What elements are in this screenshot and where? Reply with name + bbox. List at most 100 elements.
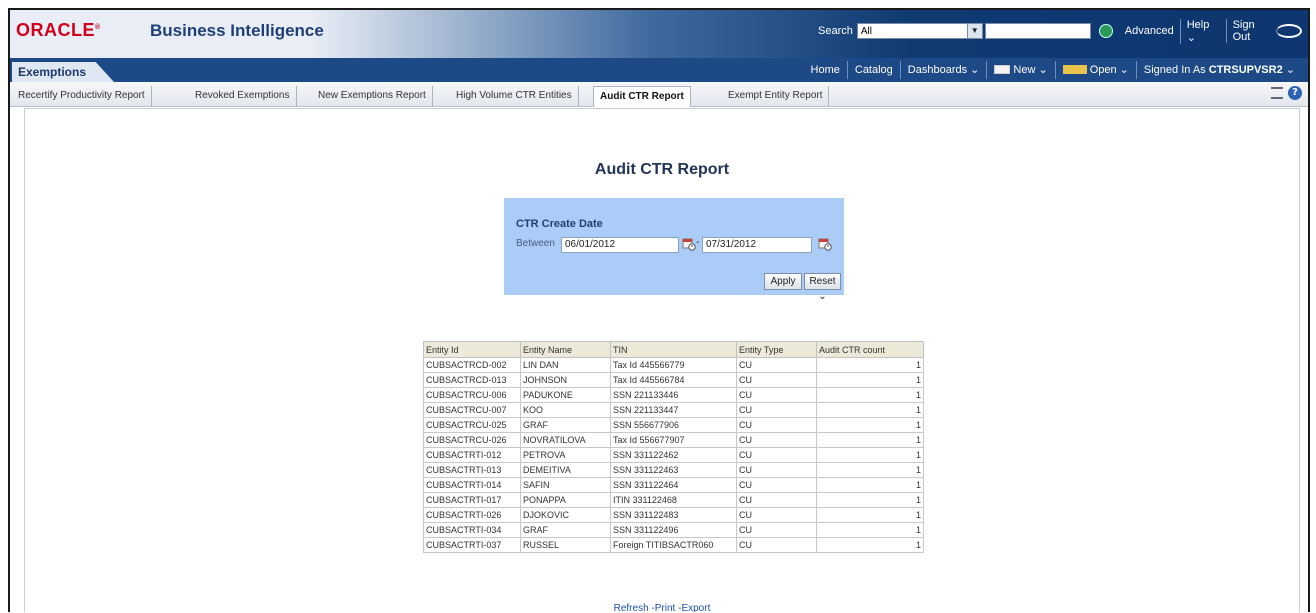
table-row: CUBSACTRTI-012 PETROVA SSN 331122462 CU 1: [423, 447, 924, 463]
dashboard-bar: Exemptions Home Catalog Dashboards ⌄ New…: [10, 58, 1308, 82]
calendar-icon[interactable]: [818, 237, 832, 251]
table-cell: 1: [816, 417, 924, 433]
table-cell: CUBSACTRTI-017: [423, 492, 521, 508]
report-links: Refresh -Print -Export: [613, 603, 711, 612]
page-options-icon[interactable]: [1271, 87, 1283, 99]
folder-icon: [1062, 65, 1087, 74]
audit-ctr-table: Entity Id Entity Name TIN Entity Type Au…: [423, 341, 924, 553]
dashboard-tab-exemptions[interactable]: Exemptions: [12, 62, 115, 82]
advanced-link[interactable]: Advanced: [1119, 25, 1180, 37]
table-cell: 1: [816, 477, 924, 493]
help-menu[interactable]: Help ⌄: [1179, 18, 1226, 44]
tab-audit-ctr-report[interactable]: Audit CTR Report: [593, 86, 691, 107]
date-to-input[interactable]: 07/31/2012: [702, 237, 812, 253]
table-cell: 1: [816, 402, 924, 418]
between-label: Between: [516, 238, 555, 249]
search-scope-select[interactable]: All ▼: [856, 23, 983, 39]
nav-open[interactable]: Open ⌄: [1054, 61, 1136, 79]
table-cell: 1: [816, 432, 924, 448]
table-cell: 1: [816, 387, 924, 403]
table-row: CUBSACTRTI-017 PONAPPA ITIN 331122468 CU 1: [423, 492, 924, 508]
table-cell: CUBSACTRTI-034: [423, 522, 521, 538]
table-cell: NOVRATILOVA: [520, 432, 611, 448]
export-link[interactable]: Export: [681, 603, 710, 612]
col-tin[interactable]: TIN: [610, 341, 737, 358]
table-cell: RUSSEL: [520, 537, 611, 553]
reset-button[interactable]: Reset ⌄: [804, 273, 841, 302]
table-cell: CU: [736, 537, 817, 553]
table-cell: PADUKONE: [520, 387, 611, 403]
nav-dashboards[interactable]: Dashboards ⌄: [899, 61, 987, 79]
table-cell: 1: [816, 492, 924, 508]
search-input[interactable]: [984, 23, 1092, 39]
table-cell: 1: [816, 372, 924, 388]
table-cell: KOO: [520, 402, 611, 418]
help-icon[interactable]: ?: [1288, 86, 1302, 100]
refresh-link[interactable]: Refresh: [614, 603, 649, 612]
tab-exempt-entity-report[interactable]: Exempt Entity Report: [722, 86, 830, 106]
table-cell: 1: [816, 507, 924, 523]
table-cell: SSN 221133446: [610, 387, 737, 403]
page-options: ?: [1271, 86, 1302, 100]
nav-home[interactable]: Home: [804, 61, 847, 79]
table-cell: SSN 331122464: [610, 477, 737, 493]
date-prompt-panel: CTR Create Date Between 06/01/2012 - 07/…: [504, 198, 844, 302]
table-row: CUBSACTRCU-026 NOVRATILOVA Tax Id 55667790…: [423, 432, 924, 448]
col-audit-ctr-count[interactable]: Audit CTR count: [816, 341, 924, 358]
table-cell: 1: [816, 357, 924, 373]
table-cell: CUBSACTRCU-026: [423, 432, 521, 448]
col-entity-type[interactable]: Entity Type: [736, 341, 817, 358]
table-cell: ITIN 331122468: [610, 492, 737, 508]
table-row: CUBSACTRTI-034 GRAF SSN 331122496 CU 1: [423, 522, 924, 538]
signout-link[interactable]: Sign Out: [1225, 19, 1308, 43]
col-entity-name[interactable]: Entity Name: [520, 341, 611, 358]
table-cell: Tax Id 556677907: [610, 432, 737, 448]
table-cell: SAFIN: [520, 477, 611, 493]
table-row: CUBSACTRCU-007 KOO SSN 221133447 CU 1: [423, 402, 924, 418]
page-tab-strip: Recertify Productivity Report Revoked Ex…: [10, 82, 1308, 107]
table-cell: 1: [816, 537, 924, 553]
tab-new-exemptions-report[interactable]: New Exemptions Report: [312, 86, 433, 106]
oracle-logo: ORACLE®: [16, 20, 101, 40]
table-cell: SSN 221133447: [610, 402, 737, 418]
table-cell: 1: [816, 522, 924, 538]
table-cell: JOHNSON: [520, 372, 611, 388]
signout-icon: [1275, 24, 1302, 38]
table-row: CUBSACTRCU-025 GRAF SSN 556677906 CU 1: [423, 417, 924, 433]
table-cell: DJOKOVIC: [520, 507, 611, 523]
tab-high-volume-ctr-entities[interactable]: High Volume CTR Entities: [450, 86, 579, 106]
table-cell: GRAF: [520, 522, 611, 538]
tab-revoked-exemptions[interactable]: Revoked Exemptions: [189, 86, 297, 106]
nav-catalog[interactable]: Catalog: [846, 61, 900, 79]
table-cell: CUBSACTRCD-002: [423, 357, 521, 373]
table-header-row: Entity Id Entity Name TIN Entity Type Au…: [423, 341, 924, 358]
print-link[interactable]: Print: [655, 603, 676, 612]
table-cell: SSN 331122463: [610, 462, 737, 478]
apply-button[interactable]: Apply: [764, 273, 802, 290]
nav-signed-in[interactable]: Signed In As CTRSUPVSR2 ⌄: [1135, 61, 1302, 79]
table-cell: CUBSACTRCU-007: [423, 402, 521, 418]
table-cell: CU: [736, 477, 817, 493]
table-row: CUBSACTRTI-026 DJOKOVIC SSN 331122483 CU 1: [423, 507, 924, 523]
table-cell: CU: [736, 447, 817, 463]
table-cell: CUBSACTRTI-037: [423, 537, 521, 553]
table-cell: DEMEITIVA: [520, 462, 611, 478]
tab-recertify-productivity-report[interactable]: Recertify Productivity Report: [12, 86, 152, 106]
table-cell: CU: [736, 357, 817, 373]
table-cell: SSN 331122483: [610, 507, 737, 523]
report-title: Audit CTR Report: [594, 161, 730, 178]
table-row: CUBSACTRCD-013 JOHNSON Tax Id 445566784 CU 1: [423, 372, 924, 388]
table-cell: CU: [736, 507, 817, 523]
table-cell: CUBSACTRCU-006: [423, 387, 521, 403]
col-entity-id[interactable]: Entity Id: [423, 341, 521, 358]
table-cell: SSN 556677906: [610, 417, 737, 433]
calendar-icon[interactable]: [682, 237, 696, 251]
date-from-input[interactable]: 06/01/2012: [561, 237, 679, 253]
nav-new[interactable]: New ⌄: [986, 61, 1054, 79]
search-go-icon[interactable]: [1099, 24, 1113, 38]
table-cell: PONAPPA: [520, 492, 611, 508]
table-cell: CU: [736, 462, 817, 478]
global-nav: Home Catalog Dashboards ⌄ New ⌄ Open ⌄ S…: [804, 61, 1302, 79]
table-cell: CUBSACTRCD-013: [423, 372, 521, 388]
search-bar: Search All ▼ Advanced Help ⌄ Sign Out: [818, 18, 1308, 44]
